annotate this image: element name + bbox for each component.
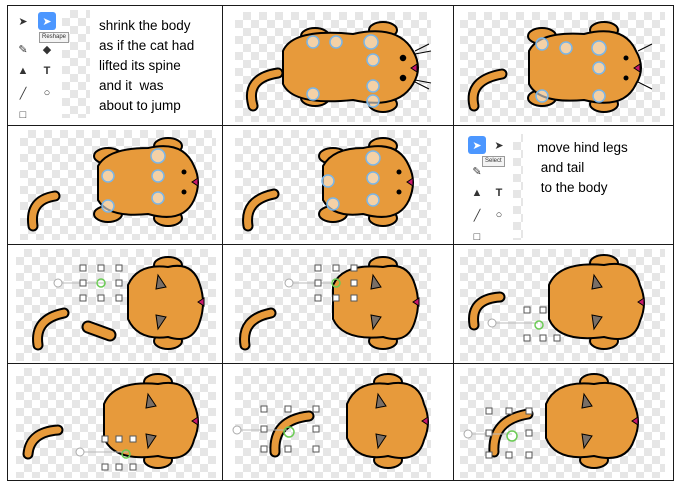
- line-icon[interactable]: ╱: [14, 84, 32, 102]
- panel-r3c1: [7, 244, 223, 364]
- paint-toolbar: ➤ ➤ Select ✎ ▲ T ╱ ○ □: [466, 134, 526, 244]
- panel-r3c3: [453, 244, 674, 364]
- fill-icon[interactable]: ▲: [14, 62, 32, 80]
- panel-r1c3: [453, 5, 674, 126]
- circle-icon[interactable]: ○: [490, 206, 508, 224]
- instruction-text: shrink the body as if the cat had lifted…: [99, 18, 195, 113]
- cat-drawing: [242, 137, 414, 232]
- select-arrow-icon[interactable]: ➤: [14, 12, 32, 30]
- circle-icon[interactable]: ○: [38, 84, 56, 102]
- panel-r2c1: [7, 125, 223, 245]
- brush-icon[interactable]: ✎: [468, 162, 486, 180]
- paint-toolbar: ➤ ➤ Reshape ✎ ◆ ▲ T ╱ ○ □: [12, 10, 94, 121]
- select-arrow-icon[interactable]: ➤: [468, 136, 486, 154]
- cat-drawing: [26, 137, 199, 232]
- panel-r4c2: [222, 363, 454, 481]
- cat-drawing: [246, 21, 432, 113]
- canvas-strip: [62, 10, 90, 118]
- cat-drawing: [467, 21, 653, 113]
- brush-icon[interactable]: ✎: [14, 40, 32, 58]
- text-icon[interactable]: T: [38, 62, 56, 80]
- instruction-text: move hind legs and tail to the body: [537, 140, 628, 195]
- panel-r1c2: [222, 5, 454, 126]
- rectangle-icon[interactable]: □: [468, 228, 486, 244]
- panel-r2c2: [222, 125, 454, 245]
- cat-drawing: [22, 373, 199, 471]
- text-icon[interactable]: T: [490, 184, 508, 202]
- reshape-icon[interactable]: ➤: [38, 12, 56, 30]
- cat-drawing: [32, 256, 205, 351]
- canvas-strip: [513, 134, 523, 240]
- fill-icon[interactable]: ▲: [468, 184, 486, 202]
- rectangle-icon[interactable]: □: [14, 106, 32, 124]
- panel-r4c3: [453, 363, 674, 481]
- panel-r2c3: ➤ ➤ Select ✎ ▲ T ╱ ○ □ move hind legs an…: [453, 125, 674, 245]
- cat-drawing: [463, 373, 639, 469]
- cat-drawing: [239, 256, 420, 351]
- panel-r4c1: [7, 363, 223, 481]
- reshape-icon[interactable]: ➤: [490, 136, 508, 154]
- cat-drawing: [468, 254, 645, 350]
- panel-r3c2: [222, 244, 454, 364]
- cat-drawing: [232, 373, 429, 469]
- line-icon[interactable]: ╱: [468, 206, 486, 224]
- panel-r1c1: ➤ ➤ Reshape ✎ ◆ ▲ T ╱ ○ □ shrink the bod…: [7, 5, 223, 126]
- eraser-icon[interactable]: ◆: [38, 40, 56, 58]
